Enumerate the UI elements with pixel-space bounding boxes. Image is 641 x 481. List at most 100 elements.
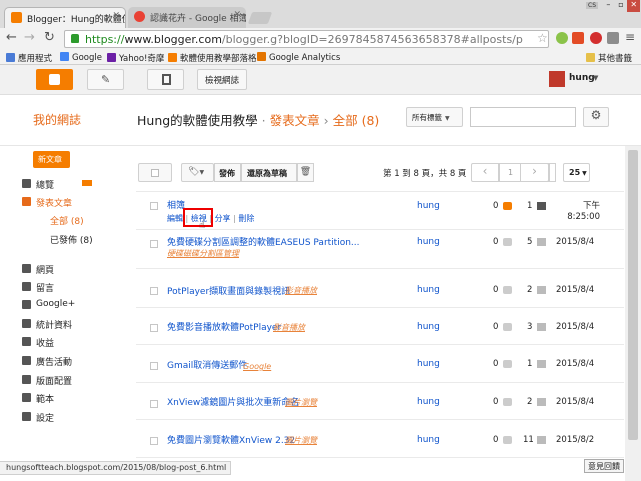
per-page-select[interactable]: 25 ▼ bbox=[563, 163, 590, 182]
extension-icon[interactable] bbox=[572, 32, 584, 44]
labels-dropdown[interactable]: 所有標籤 ▼ bbox=[406, 107, 463, 127]
row-checkbox[interactable] bbox=[150, 240, 158, 248]
address-bar[interactable]: https://www.blogger.com/blogger.g?blogID… bbox=[64, 30, 549, 48]
bookmark-other[interactable]: 其他書籤 bbox=[586, 52, 632, 64]
back-arrow-icon[interactable]: ← bbox=[6, 30, 17, 45]
post-author[interactable]: hung bbox=[417, 397, 440, 407]
bookmark-yahoo[interactable]: Yahoo!奇摩 bbox=[107, 52, 164, 64]
search-input[interactable] bbox=[470, 107, 576, 127]
post-title[interactable]: 免費影音播放軟體PotPlayer bbox=[167, 320, 281, 333]
my-blogs-link[interactable]: 我的網誌 bbox=[33, 111, 81, 128]
post-title[interactable]: 免費硬碟分割區調整的軟體EASEUS Partition... bbox=[167, 235, 360, 248]
post-author[interactable]: hung bbox=[417, 359, 440, 369]
post-label[interactable]: Google bbox=[243, 362, 271, 371]
sidebar-item-published[interactable]: 已發佈 (8) bbox=[50, 233, 93, 246]
sidebar-item-all[interactable]: 全部 (8) bbox=[50, 214, 84, 227]
sidebar-item-campaigns[interactable]: 廣告活動 bbox=[22, 355, 72, 368]
revert-draft-button[interactable]: 還原為草稿 bbox=[241, 163, 297, 182]
post-label[interactable]: 圖片瀏覽 bbox=[285, 397, 317, 408]
sidebar-item-layout[interactable]: 版面配置 bbox=[22, 374, 72, 387]
post-title[interactable]: 免費圖片瀏覽軟體XnView 2.32 bbox=[167, 433, 295, 446]
sidebar-item-pages[interactable]: 網頁 bbox=[22, 263, 54, 276]
comment-bubble-icon[interactable] bbox=[503, 286, 512, 294]
comment-bubble-icon[interactable] bbox=[503, 202, 512, 210]
sidebar-item-posts[interactable]: 發表文章 bbox=[22, 196, 72, 209]
forward-arrow-icon[interactable]: → bbox=[24, 30, 35, 45]
comment-bubble-icon[interactable] bbox=[503, 436, 512, 444]
post-label[interactable]: 影音播放 bbox=[273, 322, 305, 333]
row-checkbox[interactable] bbox=[150, 202, 158, 210]
user-dropdown-icon[interactable]: ▼ bbox=[593, 74, 598, 82]
sidebar-item-comments[interactable]: 留言 bbox=[22, 281, 54, 294]
scrollbar-thumb[interactable] bbox=[628, 150, 638, 440]
extension-icon[interactable] bbox=[607, 32, 619, 44]
bookmark-apps[interactable]: 應用程式 bbox=[6, 52, 52, 64]
avatar[interactable] bbox=[549, 71, 565, 87]
bookmark-star-icon[interactable]: ☆ bbox=[537, 31, 548, 45]
sidebar-item-overview[interactable]: 總覽 bbox=[22, 178, 54, 191]
filter-all[interactable]: 全部 (8) bbox=[333, 113, 380, 128]
view-blog-button[interactable]: 檢視網誌 bbox=[197, 69, 247, 90]
blogger-logo-button[interactable] bbox=[36, 69, 73, 90]
sidebar-item-stats[interactable]: 統計資料 bbox=[22, 318, 72, 331]
post-label[interactable]: 圖片瀏覽 bbox=[285, 435, 317, 446]
reload-icon[interactable]: ↻ bbox=[44, 30, 55, 45]
sidebar-item-google-plus[interactable]: Google+ bbox=[22, 299, 75, 309]
minimize-icon[interactable]: – bbox=[602, 0, 615, 12]
comment-bubble-icon[interactable] bbox=[503, 398, 512, 406]
post-label[interactable]: 硬碟磁碟分割區管理 bbox=[167, 248, 239, 259]
bookmark-blog[interactable]: 軟體使用教學部落格 bbox=[168, 52, 257, 64]
tab-google-photos[interactable]: 認識花卉 - Google 相簿 ✕ bbox=[128, 7, 246, 28]
delete-link[interactable]: 刪除 bbox=[238, 214, 254, 223]
post-author[interactable]: hung bbox=[417, 285, 440, 295]
bookmark-google[interactable]: Google bbox=[60, 52, 102, 63]
comment-bubble-icon[interactable] bbox=[503, 323, 512, 331]
row-checkbox[interactable] bbox=[150, 400, 158, 408]
share-link[interactable]: 分享 bbox=[215, 214, 231, 223]
comment-bubble-icon[interactable] bbox=[503, 238, 512, 246]
extension-icon[interactable] bbox=[590, 32, 602, 44]
new-post-pencil-button[interactable]: ✎ bbox=[87, 69, 124, 90]
comment-bubble-icon[interactable] bbox=[503, 360, 512, 368]
settings-gear-icon[interactable]: ⚙ bbox=[583, 107, 609, 127]
posts-list-button[interactable] bbox=[147, 69, 184, 90]
home-icon bbox=[22, 179, 31, 188]
delete-button[interactable]: 🗑 bbox=[297, 163, 314, 182]
edit-link[interactable]: 編輯 bbox=[167, 214, 183, 223]
row-checkbox[interactable] bbox=[150, 437, 158, 445]
post-author[interactable]: hung bbox=[417, 237, 440, 247]
close-tab-icon[interactable]: ✕ bbox=[112, 11, 120, 21]
extension-icon[interactable] bbox=[556, 32, 568, 44]
label-dropdown-button[interactable]: 🏷▼ bbox=[181, 163, 214, 182]
tab-blogger[interactable]: Blogger：Hung的軟體使 ✕ bbox=[4, 7, 126, 28]
row-checkbox[interactable] bbox=[150, 287, 158, 295]
scrollbar[interactable] bbox=[625, 146, 641, 481]
post-title[interactable]: PotPlayer擷取畫面與錄製視訊 bbox=[167, 284, 290, 297]
post-author[interactable]: hung bbox=[417, 435, 440, 445]
post-author[interactable]: hung bbox=[417, 322, 440, 332]
post-author[interactable]: hung bbox=[417, 201, 440, 211]
feedback-button[interactable]: 意見回饋 bbox=[584, 459, 624, 473]
post-title[interactable]: XnView濾鏡圖片與批次重新命名 bbox=[167, 395, 299, 408]
select-all-checkbox[interactable] bbox=[138, 163, 172, 182]
row-checkbox[interactable] bbox=[150, 362, 158, 370]
next-page-button[interactable]: › bbox=[520, 163, 549, 182]
prev-page-button[interactable]: ‹ bbox=[471, 163, 499, 182]
new-post-button[interactable]: 新文章 bbox=[33, 151, 70, 168]
sidebar-item-earnings[interactable]: 收益 bbox=[22, 336, 54, 349]
user-name[interactable]: hung bbox=[569, 73, 595, 83]
post-title[interactable]: Gmail取消傳送郵件 bbox=[167, 358, 247, 371]
section-posts[interactable]: 發表文章 bbox=[270, 113, 320, 128]
bookmark-analytics[interactable]: Google Analytics bbox=[257, 52, 340, 63]
sidebar-item-settings[interactable]: 設定 bbox=[22, 411, 54, 424]
close-tab-icon[interactable]: ✕ bbox=[233, 10, 241, 20]
maximize-icon[interactable]: ▫ bbox=[615, 0, 628, 12]
row-checkbox[interactable] bbox=[150, 324, 158, 332]
menu-icon[interactable]: ≡ bbox=[625, 30, 635, 44]
sidebar-item-template[interactable]: 範本 bbox=[22, 392, 54, 405]
close-window-icon[interactable]: ✕ bbox=[627, 0, 641, 12]
post-label[interactable]: 影音播放 bbox=[285, 285, 317, 296]
publish-button[interactable]: 發佈 bbox=[214, 163, 241, 182]
blogger-icon bbox=[168, 53, 177, 62]
blog-name[interactable]: Hung的軟體使用教學 bbox=[137, 113, 258, 128]
